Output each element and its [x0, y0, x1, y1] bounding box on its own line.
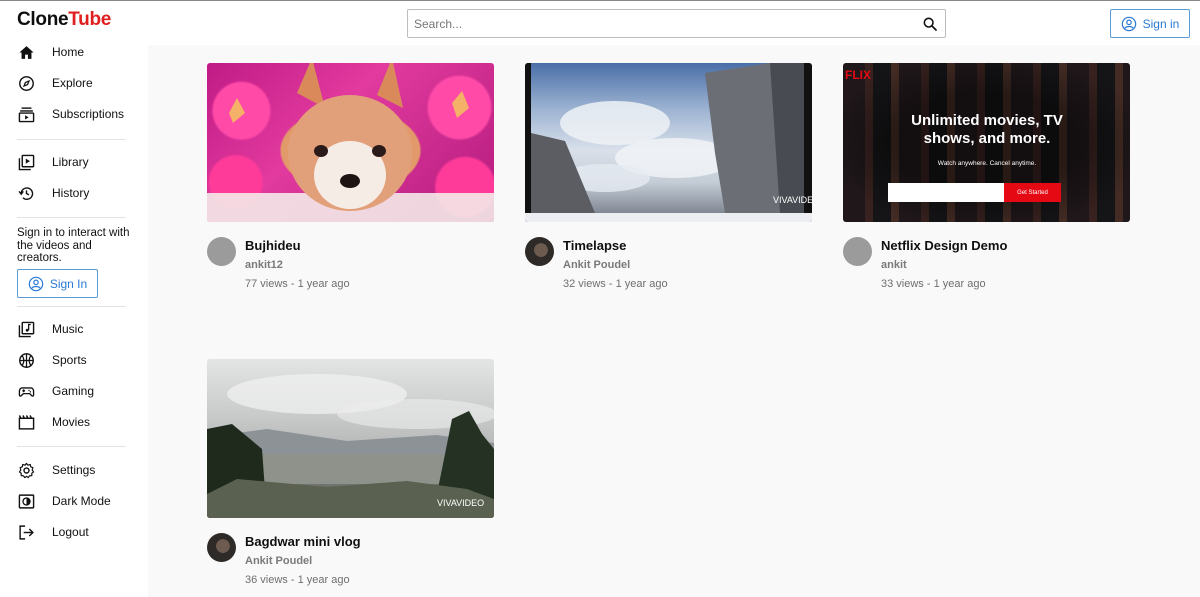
sports-icon: [18, 352, 35, 369]
video-meta: 32 views - 1 year ago: [563, 278, 668, 290]
upload-age: 1 year ago: [297, 574, 350, 586]
netflix-email-box: [888, 183, 1004, 202]
sign-in-message: Sign in to interact with the videos and …: [17, 227, 130, 264]
sidebar-sign-in-button[interactable]: Sign In: [17, 269, 98, 298]
logout-icon: [18, 524, 35, 541]
netflix-cta: Get Started: [1004, 183, 1061, 202]
sidebar-item-label: Library: [52, 155, 89, 169]
video-thumbnail[interactable]: FLIX Unlimited movies, TV shows, and mor…: [843, 63, 1130, 222]
channel-avatar[interactable]: [207, 237, 236, 266]
sidebar-item-label: Music: [52, 322, 84, 336]
channel-avatar[interactable]: [207, 533, 236, 562]
sidebar-item-label: Gaming: [52, 384, 95, 398]
search-button[interactable]: [915, 10, 945, 37]
sidebar-item-music[interactable]: Music: [0, 315, 148, 343]
video-title[interactable]: Bujhideu: [245, 238, 301, 253]
sidebar-item-logout[interactable]: Logout: [0, 518, 148, 546]
settings-icon: [18, 462, 35, 479]
video-title[interactable]: Netflix Design Demo: [881, 238, 1007, 253]
upload-age: 1 year ago: [933, 278, 986, 290]
channel-name[interactable]: ankit12: [245, 259, 283, 271]
sidebar-item-dark-mode[interactable]: Dark Mode: [0, 487, 148, 515]
sidebar-item-label: Subscriptions: [52, 107, 125, 121]
thumbnail-art: [207, 63, 494, 222]
gaming-icon: [18, 383, 35, 400]
channel-name[interactable]: Ankit Poudel: [563, 259, 630, 271]
thumbnail-art: VIVAVIDEO: [525, 63, 812, 222]
search-icon: [923, 17, 937, 31]
dark-mode-icon: [18, 493, 35, 510]
channel-name[interactable]: Ankit Poudel: [245, 555, 312, 567]
sidebar-item-label: Settings: [52, 463, 96, 477]
sidebar-item-library[interactable]: Library: [0, 148, 148, 176]
sidebar-item-label: History: [52, 186, 90, 200]
meta-separator: -: [287, 574, 298, 586]
sidebar-item-sports[interactable]: Sports: [0, 346, 148, 374]
header-sign-in-button[interactable]: Sign in: [1110, 9, 1190, 38]
search-input[interactable]: [408, 10, 915, 37]
sidebar-item-label: Home: [52, 45, 85, 59]
sidebar: Home Explore Subscriptions Library Histo…: [0, 45, 148, 597]
upload-age: 1 year ago: [297, 278, 350, 290]
sidebar-item-settings[interactable]: Settings: [0, 456, 148, 484]
view-count: 32 views: [563, 278, 606, 290]
sidebar-item-subscriptions[interactable]: Subscriptions: [0, 100, 148, 128]
video-title[interactable]: Bagdwar mini vlog: [245, 534, 361, 549]
netflix-subline: Watch anywhere. Cancel anytime.: [937, 160, 1037, 167]
video-thumbnail[interactable]: [207, 63, 494, 222]
netflix-headline: Unlimited movies, TV shows, and more.: [911, 112, 1063, 147]
video-meta: 77 views - 1 year ago: [245, 278, 350, 290]
watermark-text: VIVAVIDEO: [773, 195, 812, 205]
sidebar-divider: [17, 139, 126, 140]
video-meta: 33 views - 1 year ago: [881, 278, 986, 290]
compass-icon: [18, 75, 35, 92]
account-icon: [1121, 16, 1136, 31]
meta-separator: -: [287, 278, 298, 290]
sidebar-item-gaming[interactable]: Gaming: [0, 377, 148, 405]
sign-in-label: Sign in: [1142, 16, 1180, 31]
watermark-text: VIVAVIDEO: [437, 498, 484, 508]
meta-separator: -: [923, 278, 934, 290]
library-icon: [18, 154, 35, 171]
sidebar-item-label: Movies: [52, 415, 91, 429]
sidebar-item-movies[interactable]: Movies: [0, 408, 148, 436]
search-bar: [407, 9, 946, 38]
sidebar-item-explore[interactable]: Explore: [0, 69, 148, 97]
sidebar-item-label: Logout: [52, 525, 89, 539]
sign-in-label: Sign In: [49, 276, 88, 291]
meta-separator: -: [605, 278, 616, 290]
netflix-brand: FLIX: [845, 68, 871, 82]
top-header: CloneTube Sign in: [0, 0, 1200, 45]
sidebar-divider: [17, 446, 126, 447]
sidebar-item-label: Explore: [52, 76, 93, 90]
sidebar-item-label: Dark Mode: [52, 494, 111, 508]
home-icon: [18, 44, 35, 61]
video-thumbnail[interactable]: VIVAVIDEO: [207, 359, 494, 518]
video-meta: 36 views - 1 year ago: [245, 574, 350, 586]
view-count: 33 views: [881, 278, 924, 290]
sidebar-divider: [17, 306, 126, 307]
channel-avatar[interactable]: [525, 237, 554, 266]
thumbnail-art: VIVAVIDEO: [207, 374, 494, 518]
music-icon: [18, 321, 35, 338]
video-thumbnail[interactable]: VIVAVIDEO: [525, 63, 812, 222]
upload-age: 1 year ago: [615, 278, 668, 290]
sidebar-item-label: Sports: [52, 353, 87, 367]
video-title[interactable]: Timelapse: [563, 238, 626, 253]
view-count: 77 views: [245, 278, 288, 290]
sidebar-item-home[interactable]: Home: [0, 38, 148, 66]
movies-icon: [18, 414, 35, 431]
sidebar-divider: [17, 217, 126, 218]
app-logo[interactable]: CloneTube: [17, 9, 111, 31]
subscriptions-icon: [18, 106, 35, 123]
sidebar-item-history[interactable]: History: [0, 179, 148, 207]
view-count: 36 views: [245, 574, 288, 586]
history-icon: [18, 185, 35, 202]
channel-avatar[interactable]: [843, 237, 872, 266]
account-icon: [28, 276, 44, 291]
channel-name[interactable]: ankit: [881, 259, 907, 271]
